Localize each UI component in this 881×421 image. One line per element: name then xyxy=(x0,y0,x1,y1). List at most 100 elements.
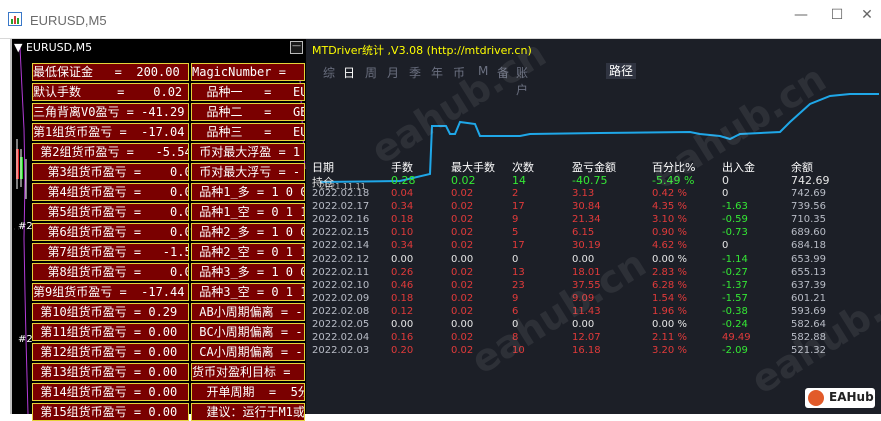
tab-5[interactable]: 年 xyxy=(431,64,443,81)
table-cell: 0.00 xyxy=(391,253,414,265)
table-cell: 637.39 xyxy=(791,279,826,291)
table-row[interactable]: 2022.02.08 0.12 0.02 6 11.43 1.96 % -0.38 593.6… xyxy=(312,306,881,319)
table-cell: -0.59 xyxy=(722,214,748,226)
info-box-left: 第5组货币盈亏 = 0.00 xyxy=(32,203,189,221)
info-box-right: AB小周期偏离 = - xyxy=(191,303,305,321)
info-box-right: BC小周期偏离 = - xyxy=(191,323,305,341)
table-cell: 13 xyxy=(512,266,525,278)
info-box-left: 第6组货币盈亏 = 0.00 xyxy=(32,223,189,241)
table-cell: 17 xyxy=(512,201,525,213)
panel-minimize-button[interactable]: — xyxy=(290,41,303,54)
info-box-right: 币对最大浮盈 = 1 xyxy=(191,143,305,161)
table-cell: 8 xyxy=(512,332,519,344)
chart-window-icon xyxy=(8,12,22,26)
table-cell: 684.18 xyxy=(791,240,826,252)
table-row[interactable]: 2022.02.16 0.18 0.02 9 21.34 3.10 % -0.59 710.3… xyxy=(312,214,881,227)
table-cell: -1.57 xyxy=(722,292,748,304)
column-header: 次数 xyxy=(512,161,534,174)
table-cell: 0 xyxy=(722,240,729,252)
table-row[interactable]: 2022.02.12 0.00 0.00 0 0.00 0.00 % -1.14 653.99 xyxy=(312,254,881,267)
table-cell: 0.16 xyxy=(391,332,414,344)
tab-8[interactable]: 备 xyxy=(497,64,509,81)
table-cell: 5 xyxy=(512,227,519,239)
table-cell: 0 xyxy=(512,319,519,330)
table-row[interactable]: 2022.02.03 0.20 0.02 10 16.18 3.20 % -2.09 521.… xyxy=(312,345,881,358)
table-cell: 6 xyxy=(512,305,519,317)
table-cell: 0 xyxy=(722,188,729,199)
info-box-left: 第11组货币盈亏 = 0.00 xyxy=(32,323,189,341)
table-cell: 655.13 xyxy=(791,266,826,278)
table-cell: 742.69 xyxy=(791,188,826,199)
table-cell: 0.00 xyxy=(391,319,414,330)
info-box-left: 第2组货币盈亏 = -5.54 xyxy=(32,143,189,161)
table-cell: 0.02 xyxy=(451,292,474,304)
eahub-logo-icon xyxy=(808,390,824,406)
table-cell: 6.28 % xyxy=(652,279,687,291)
table-row[interactable]: 2022.02.04 0.16 0.02 8 12.07 2.11 % 49.49 582.8… xyxy=(312,332,881,345)
window-title-bar[interactable]: EURUSD,M5 — ☐ ✕ xyxy=(0,0,881,39)
table-cell: 9 xyxy=(512,214,519,226)
table-cell: -0.38 xyxy=(722,305,748,317)
info-box-left: 第14组货币盈亏 = 0.00 xyxy=(32,383,189,401)
path-button[interactable]: 路径 xyxy=(606,63,636,79)
maximize-button[interactable]: ☐ xyxy=(820,4,854,26)
table-row[interactable]: 2022.02.18 0.04 0.02 2 3.13 0.42 % 0 742.69 xyxy=(312,188,881,201)
table-cell: 582.64 xyxy=(791,319,826,330)
table-cell: 2022.02.16 xyxy=(312,214,370,226)
info-box-left: 第8组货币盈亏 = 0.00 xyxy=(32,263,189,281)
table-cell: -1.63 xyxy=(722,201,748,213)
table-cell: 0.34 xyxy=(391,240,414,252)
table-cell: 4.62 % xyxy=(652,240,687,252)
table-cell: 12.07 xyxy=(572,332,601,344)
table-cell: 2022.02.15 xyxy=(312,227,370,239)
tab-3[interactable]: 月 xyxy=(387,64,399,81)
table-cell: 21.34 xyxy=(572,214,601,226)
tab-2[interactable]: 周 xyxy=(365,64,377,81)
table-row[interactable]: 2022.02.14 0.34 0.02 17 30.19 4.62 % 0 684.18 xyxy=(312,240,881,253)
tab-1[interactable]: 日 xyxy=(343,64,355,81)
table-cell: -40.75 xyxy=(572,174,608,187)
table-cell: 0.02 xyxy=(451,174,476,187)
tab-6[interactable]: 币 xyxy=(453,64,465,81)
table-cell: 4.35 % xyxy=(652,201,687,213)
table-row[interactable]: 2022.02.05 0.00 0.00 0 0.00 0.00 % -0.24 582.64 xyxy=(312,319,881,332)
column-header: 百分比% xyxy=(652,161,696,174)
tab-4[interactable]: 季 xyxy=(409,64,421,81)
table-cell: 710.35 xyxy=(791,214,826,226)
table-cell: 0.00 xyxy=(451,253,474,265)
info-box-left: 第12组货币盈亏 = 0.00 xyxy=(32,343,189,361)
table-row[interactable]: 2022.02.09 0.18 0.02 9 9.09 1.54 % -1.57 601.21 xyxy=(312,293,881,306)
eahub-badge[interactable]: EAHub xyxy=(805,388,875,408)
table-cell: 14 xyxy=(512,174,526,187)
info-box-left: 第1组货币盈亏 = -17.04 xyxy=(32,123,189,141)
table-cell: 2022.02.12 xyxy=(312,253,370,265)
tab-0[interactable]: 综 xyxy=(323,64,335,81)
tab-7[interactable]: M xyxy=(478,64,488,78)
table-cell: 739.56 xyxy=(791,201,826,213)
table-cell: 9 xyxy=(512,292,519,304)
table-row[interactable]: 2022.02.11 0.26 0.02 13 18.01 2.83 % -0.27 655.… xyxy=(312,267,881,280)
table-cell: 3.10 % xyxy=(652,214,687,226)
table-cell: 3.20 % xyxy=(652,345,687,357)
table-cell: 0.00 % xyxy=(652,253,687,265)
table-cell: -1.37 xyxy=(722,279,748,291)
table-cell: 17 xyxy=(512,240,525,252)
table-cell: -2.09 xyxy=(722,345,748,357)
table-cell: 0.00 xyxy=(572,319,595,330)
table-row[interactable]: 2022.02.17 0.34 0.02 17 30.84 4.35 % -1.63 739.… xyxy=(312,201,881,214)
table-cell: 9.09 xyxy=(572,292,595,304)
table-cell: 601.21 xyxy=(791,292,826,304)
table-cell: 0.02 xyxy=(451,266,474,278)
close-button[interactable]: ✕ xyxy=(850,4,881,26)
table-cell: 0.02 xyxy=(451,305,474,317)
table-row[interactable]: 2022.02.15 0.10 0.02 5 6.15 0.90 % -0.73 689.60 xyxy=(312,227,881,240)
info-box-right: 货币对盈利目标 = xyxy=(191,363,305,381)
table-cell: 0.00 % xyxy=(652,319,687,330)
table-row[interactable]: 2022.02.10 0.46 0.02 23 37.55 6.28 % -1.37 637.… xyxy=(312,280,881,293)
minimize-button[interactable]: — xyxy=(784,4,818,26)
panel-title: MTDriver统计 ,V3.08 (http://mtdriver.cn) xyxy=(312,44,532,57)
table-cell: 0.90 % xyxy=(652,227,687,239)
table-row-position[interactable]: 持仓 0.28 0.02 14 -40.75 -5.49 % 0 742.69 xyxy=(312,174,881,189)
table-cell: 0.26 xyxy=(391,266,414,278)
column-header: 盈亏金额 xyxy=(572,161,616,174)
